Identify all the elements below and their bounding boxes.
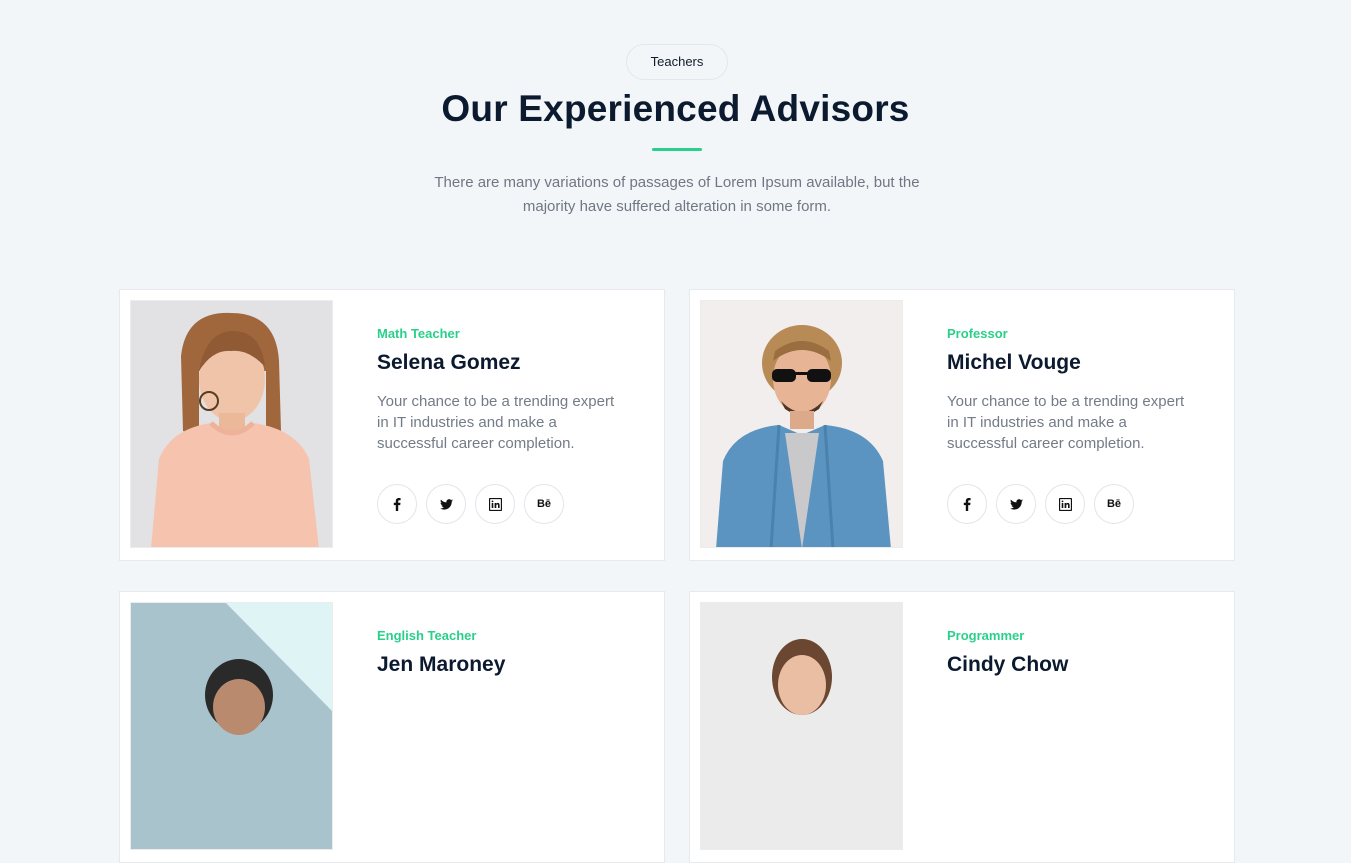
advisor-description: Your chance to be a trending expert in I… xyxy=(377,393,615,452)
linkedin-icon[interactable] xyxy=(475,484,515,524)
advisor-photo xyxy=(700,300,903,548)
advisor-card: English Teacher Jen Maroney xyxy=(119,591,665,863)
advisor-role: English Teacher xyxy=(377,628,477,643)
advisor-photo xyxy=(130,602,333,850)
social-links: Bē xyxy=(377,484,647,524)
advisor-role: Professor xyxy=(947,326,1008,341)
advisor-description: Your chance to be a trending expert in I… xyxy=(947,393,1185,452)
behance-icon[interactable]: Bē xyxy=(1094,484,1134,524)
title-underline xyxy=(652,148,702,151)
advisor-name: Michel Vouge xyxy=(947,351,1081,374)
facebook-icon[interactable] xyxy=(377,484,417,524)
advisor-photo xyxy=(700,602,903,850)
advisor-name: Jen Maroney xyxy=(377,653,506,676)
twitter-icon[interactable] xyxy=(996,484,1036,524)
section-intro: There are many variations of passages of… xyxy=(434,174,920,215)
advisor-card: Professor Michel Vouge Your chance to be… xyxy=(689,289,1235,561)
advisor-photo xyxy=(130,300,333,548)
linkedin-icon[interactable] xyxy=(1045,484,1085,524)
advisor-role: Math Teacher xyxy=(377,326,460,341)
social-links: Bē xyxy=(947,484,1217,524)
advisor-name: Cindy Chow xyxy=(947,653,1069,676)
advisor-role: Programmer xyxy=(947,628,1025,643)
advisor-card: Math Teacher Selena Gomez Your chance to… xyxy=(119,289,665,561)
behance-icon[interactable]: Bē xyxy=(524,484,564,524)
section-tag-pill: Teachers xyxy=(626,44,728,80)
advisor-name: Selena Gomez xyxy=(377,351,521,374)
twitter-icon[interactable] xyxy=(426,484,466,524)
advisor-card: Programmer Cindy Chow xyxy=(689,591,1235,863)
section-title: Our Experienced Advisors xyxy=(441,88,910,129)
facebook-icon[interactable] xyxy=(947,484,987,524)
